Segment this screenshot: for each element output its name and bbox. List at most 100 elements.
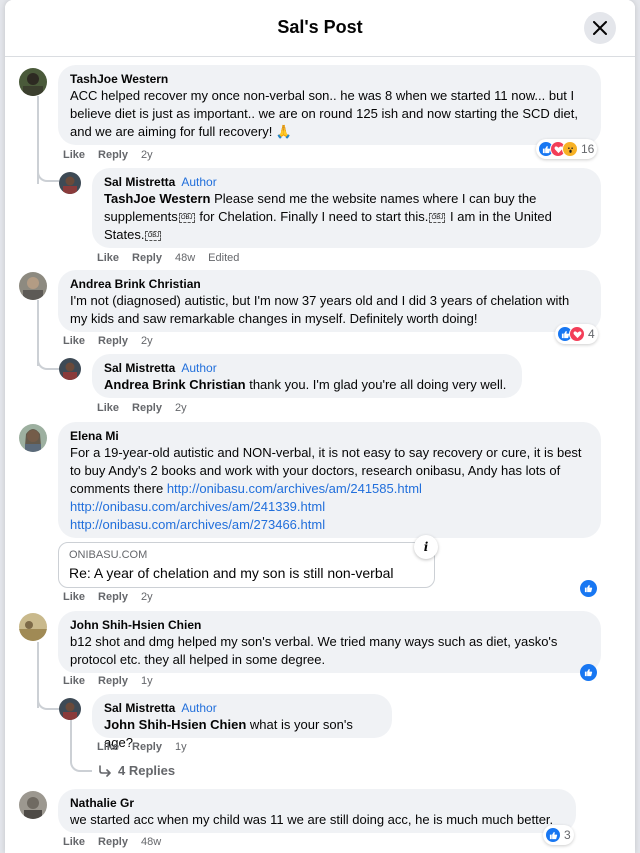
info-icon[interactable]: i bbox=[414, 535, 438, 559]
comment-actions: Like Reply 2y bbox=[63, 149, 153, 161]
like-link[interactable]: Like bbox=[63, 335, 85, 347]
like-reaction-icon[interactable] bbox=[580, 664, 597, 681]
external-link[interactable]: http://onibasu.com/archives/am/273466.ht… bbox=[70, 517, 325, 532]
avatar[interactable] bbox=[19, 791, 47, 819]
comment-bubble: TashJoe Western ACC helped recover my on… bbox=[58, 65, 601, 145]
reaction-count: 16 bbox=[581, 142, 595, 156]
comment-text: we started acc when my child was 11 we a… bbox=[70, 812, 554, 827]
unsupported-glyph-icon: OBJ bbox=[429, 212, 446, 223]
reply-link[interactable]: Reply bbox=[132, 402, 162, 414]
comment-text: ACC helped recover my once non-verbal so… bbox=[70, 88, 579, 139]
reply-link[interactable]: Reply bbox=[98, 149, 128, 161]
timestamp[interactable]: 2y bbox=[141, 149, 153, 161]
reaction-summary[interactable]: 3 bbox=[543, 825, 574, 845]
comment-actions: Like Reply 1y bbox=[97, 741, 187, 753]
avatar[interactable] bbox=[19, 613, 47, 641]
avatar[interactable] bbox=[59, 358, 81, 380]
reply-link[interactable]: Reply bbox=[98, 836, 128, 848]
mention[interactable]: Andrea Brink Christian bbox=[104, 377, 246, 392]
comment-bubble: Elena Mi For a 19-year-old autistic and … bbox=[58, 422, 601, 538]
comment-author[interactable]: Sal Mistretta bbox=[104, 701, 175, 715]
post-dialog: Sal's Post TashJoe Western ACC helped re… bbox=[5, 0, 635, 853]
timestamp[interactable]: 2y bbox=[175, 402, 187, 414]
like-link[interactable]: Like bbox=[97, 402, 119, 414]
avatar[interactable] bbox=[59, 172, 81, 194]
reply-bubble: Sal Mistretta Author Andrea Brink Christi… bbox=[92, 354, 522, 398]
mention[interactable]: TashJoe Western bbox=[104, 191, 210, 206]
thread-connector bbox=[37, 696, 59, 710]
author-badge: Author bbox=[181, 361, 217, 375]
comment-author[interactable]: Nathalie Gr bbox=[70, 795, 564, 811]
love-reaction-icon bbox=[569, 326, 585, 342]
reply-bubble: Sal Mistretta Author John Shih-Hsien Chie… bbox=[92, 694, 392, 750]
thread-connector bbox=[37, 356, 59, 370]
comment-author[interactable]: Andrea Brink Christian bbox=[70, 276, 589, 292]
like-link[interactable]: Like bbox=[97, 741, 119, 753]
close-icon bbox=[593, 21, 607, 35]
external-link[interactable]: http://onibasu.com/archives/am/241585.ht… bbox=[167, 481, 422, 496]
preview-title: Re: A year of chelation and my son is st… bbox=[69, 565, 394, 581]
like-link[interactable]: Like bbox=[63, 836, 85, 848]
timestamp[interactable]: 48w bbox=[175, 252, 195, 264]
like-link[interactable]: Like bbox=[97, 252, 119, 264]
timestamp[interactable]: 2y bbox=[141, 335, 153, 347]
comment-actions: Like Reply 1y bbox=[63, 675, 153, 687]
external-link[interactable]: http://onibasu.com/archives/am/241339.ht… bbox=[70, 499, 325, 514]
comment-text: Andrea Brink Christian thank you. I'm gl… bbox=[104, 377, 507, 392]
comment-actions: Like Reply 48w Edited bbox=[97, 252, 239, 264]
unsupported-glyph-icon: OBJ bbox=[145, 230, 162, 241]
like-link[interactable]: Like bbox=[63, 149, 85, 161]
reply-bubble: Sal Mistretta Author TashJoe Western Plea… bbox=[92, 168, 601, 248]
mention[interactable]: John Shih-Hsien Chien bbox=[104, 717, 246, 732]
comment-author[interactable]: Sal Mistretta bbox=[104, 361, 175, 375]
avatar[interactable] bbox=[19, 68, 47, 96]
like-link[interactable]: Like bbox=[63, 675, 85, 687]
reaction-count: 4 bbox=[588, 327, 595, 341]
link-preview-card[interactable]: ONIBASU.COM Re: A year of chelation and … bbox=[58, 542, 435, 588]
avatar[interactable] bbox=[19, 272, 47, 300]
reply-link[interactable]: Reply bbox=[132, 252, 162, 264]
comment-bubble: John Shih-Hsien Chien b12 shot and dmg h… bbox=[58, 611, 601, 673]
like-reaction-icon[interactable] bbox=[580, 580, 597, 597]
author-badge: Author bbox=[181, 175, 217, 189]
thread-connector bbox=[70, 746, 92, 772]
reply-link[interactable]: Reply bbox=[98, 591, 128, 603]
timestamp[interactable]: 1y bbox=[175, 741, 187, 753]
comment-text: For a 19-year-old autistic and NON-verba… bbox=[70, 445, 582, 532]
reply-arrow-icon bbox=[99, 764, 111, 777]
avatar[interactable] bbox=[19, 424, 47, 452]
comment-author[interactable]: Elena Mi bbox=[70, 428, 589, 444]
reaction-summary[interactable]: 16 bbox=[536, 139, 598, 159]
reply-link[interactable]: Reply bbox=[132, 741, 162, 753]
comment-bubble: Andrea Brink Christian I'm not (diagnose… bbox=[58, 270, 601, 332]
comment-text: TashJoe Western Please send me the websi… bbox=[104, 191, 552, 242]
timestamp[interactable]: 1y bbox=[141, 675, 153, 687]
reaction-summary[interactable]: 4 bbox=[555, 324, 598, 344]
author-badge: Author bbox=[181, 701, 217, 715]
comment-actions: Like Reply 48w bbox=[63, 836, 161, 848]
comment-text: b12 shot and dmg helped my son's verbal.… bbox=[70, 634, 558, 667]
thread-connector bbox=[37, 168, 59, 182]
unsupported-glyph-icon: OBJ bbox=[178, 212, 195, 223]
like-link[interactable]: Like bbox=[63, 591, 85, 603]
timestamp[interactable]: 48w bbox=[141, 836, 161, 848]
like-reaction-icon bbox=[545, 827, 561, 843]
comment-author[interactable]: John Shih-Hsien Chien bbox=[70, 617, 589, 633]
reply-link[interactable]: Reply bbox=[98, 675, 128, 687]
view-replies-link[interactable]: 4 Replies bbox=[98, 763, 175, 778]
dialog-header: Sal's Post bbox=[5, 0, 635, 57]
timestamp[interactable]: 2y bbox=[141, 591, 153, 603]
comment-actions: Like Reply 2y bbox=[97, 402, 187, 414]
reply-link[interactable]: Reply bbox=[98, 335, 128, 347]
close-button[interactable] bbox=[584, 12, 616, 44]
preview-domain: ONIBASU.COM bbox=[69, 549, 148, 561]
comment-bubble: Nathalie Gr we started acc when my child… bbox=[58, 789, 576, 833]
comment-author[interactable]: TashJoe Western bbox=[70, 71, 589, 87]
dialog-title: Sal's Post bbox=[277, 17, 363, 37]
comment-actions: Like Reply 2y bbox=[63, 591, 153, 603]
avatar[interactable] bbox=[59, 698, 81, 720]
scrollbar[interactable] bbox=[629, 57, 635, 853]
wow-reaction-icon bbox=[562, 141, 578, 157]
comment-author[interactable]: Sal Mistretta bbox=[104, 175, 175, 189]
comment-actions: Like Reply 2y bbox=[63, 335, 153, 347]
